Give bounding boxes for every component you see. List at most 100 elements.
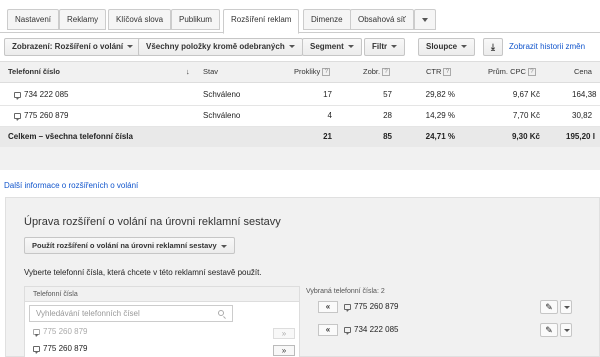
view-label: Zobrazení: Rozšíření o volání: [12, 42, 124, 51]
segment-label: Segment: [310, 42, 344, 51]
status-cell: Schváleno: [203, 90, 241, 99]
chevron-down-icon: [422, 17, 428, 22]
remove-number-button[interactable]: «: [318, 301, 338, 313]
help-icon[interactable]: ?: [527, 68, 536, 77]
phone-extension-icon: [344, 326, 351, 335]
phone-number[interactable]: 775 260 879: [24, 111, 69, 120]
col-avg-cpc-header[interactable]: Prům. CPC?: [488, 62, 536, 82]
col-label: Stav: [203, 67, 219, 76]
available-number[interactable]: 775 260 879: [33, 344, 88, 354]
impressions-cell: 57: [383, 90, 392, 99]
help-icon[interactable]: ?: [443, 68, 452, 77]
table-row: 775 260 879 Schváleno 4 28 14,29 % 7,70 …: [0, 106, 600, 127]
tab-label: Obsahová síť: [358, 15, 406, 24]
add-number-button[interactable]: »: [273, 345, 295, 356]
tab-rozsireni-reklam[interactable]: Rozšíření reklam: [223, 9, 300, 34]
help-icon[interactable]: ?: [382, 68, 391, 77]
col-label: Prokliky: [294, 67, 321, 76]
number-text: 775 260 879: [43, 344, 88, 353]
total-cost: 195,20 I: [566, 132, 595, 141]
search-placeholder: Vyhledávání telefonních čísel: [36, 309, 140, 318]
clicks-cell: 4: [327, 111, 332, 120]
selected-number: 775 260 879: [344, 302, 399, 312]
clicks-cell: 17: [323, 90, 332, 99]
col-label: Zobr.: [363, 67, 381, 76]
col-impressions-header[interactable]: Zobr.?: [363, 62, 391, 82]
phone-cell: 734 222 085: [14, 85, 69, 105]
col-ctr-header[interactable]: CTR?: [426, 62, 452, 82]
chevron-down-icon: [127, 45, 134, 49]
col-label: CTR: [426, 67, 442, 76]
phone-cell: 775 260 879: [14, 106, 69, 126]
edit-options-dropdown[interactable]: [560, 323, 572, 337]
tab-publikum[interactable]: Publikum: [171, 9, 220, 30]
view-dropdown[interactable]: Zobrazení: Rozšíření o volání: [4, 38, 142, 56]
chevron-down-icon: [391, 45, 398, 49]
total-ctr: 24,71 %: [425, 132, 455, 141]
tab-bar: Nastavení Reklamy Klíčová slova Publikum…: [0, 0, 600, 34]
total-avg-cpc: 9,30 Kč: [511, 132, 540, 141]
edit-button[interactable]: ✎: [540, 323, 558, 337]
tab-label: Nastavení: [15, 15, 52, 24]
total-impressions: 85: [383, 132, 392, 141]
filter-dropdown[interactable]: Filtr: [364, 38, 406, 56]
col-phone-header[interactable]: Telefonní číslo: [8, 62, 60, 82]
download-button[interactable]: ⤓: [483, 38, 503, 56]
phone-extension-icon: [33, 345, 40, 354]
col-label: Cena: [574, 67, 592, 76]
table-header: Telefonní číslo ↓ Stav Prokliky? Zobr.? …: [0, 61, 600, 83]
tab-label: Klíčová slova: [116, 15, 164, 24]
tab-reklamy[interactable]: Reklamy: [59, 9, 107, 30]
phone-extension-icon: [14, 91, 21, 100]
number-text: 775 260 879: [43, 327, 88, 336]
filter-items-dropdown[interactable]: Všechny položky kromě odebraných: [138, 38, 303, 56]
ctr-cell: 29,82 %: [425, 90, 455, 99]
download-icon: ⤓: [491, 42, 495, 52]
col-label: Telefonní číslo: [8, 67, 60, 76]
chevron-down-icon: [461, 45, 468, 49]
status-cell: Schváleno: [203, 111, 241, 120]
phone-extension-icon: [33, 328, 40, 337]
more-info-link[interactable]: Další informace o rozšířeních o volání: [4, 181, 138, 190]
tab-label: Rozšíření reklam: [231, 15, 292, 24]
col-clicks-header[interactable]: Prokliky?: [294, 62, 331, 82]
columns-dropdown[interactable]: Sloupce: [418, 38, 476, 56]
help-icon[interactable]: ?: [322, 68, 331, 77]
impressions-cell: 28: [383, 111, 392, 120]
table-footer: [0, 147, 600, 170]
sort-down-icon[interactable]: ↓: [186, 62, 190, 82]
total-clicks: 21: [323, 132, 332, 141]
edit-options-dropdown[interactable]: [560, 300, 572, 314]
tab-dimenze[interactable]: Dimenze: [303, 9, 351, 30]
more-tabs-button[interactable]: [414, 9, 436, 30]
edit-button[interactable]: ✎: [540, 300, 558, 314]
tab-klicova-slova[interactable]: Klíčová slova: [108, 9, 172, 30]
col-cost-header[interactable]: Cena: [574, 62, 592, 82]
remove-number-button[interactable]: «: [318, 324, 338, 336]
pencil-icon: ✎: [545, 302, 553, 312]
selected-number-row: « 775 260 879 ✎: [306, 299, 578, 317]
total-label: Celkem – všechna telefonní čísla: [8, 132, 133, 141]
segment-dropdown[interactable]: Segment: [302, 38, 362, 56]
number-text: 775 260 879: [354, 302, 399, 311]
search-icon: [218, 310, 224, 316]
phone-extension-icon: [14, 112, 21, 121]
change-history-link[interactable]: Zobrazit historii změn: [509, 42, 585, 51]
available-number: 775 260 879: [33, 327, 88, 337]
tab-obsahova-sit[interactable]: Obsahová síť: [350, 9, 414, 30]
filter-items-label: Všechny položky kromě odebraných: [146, 42, 285, 51]
phone-number[interactable]: 734 222 085: [24, 90, 69, 99]
tab-label: Dimenze: [311, 15, 343, 24]
tab-nastaveni[interactable]: Nastavení: [7, 9, 60, 30]
avg-cpc-cell: 7,70 Kč: [512, 111, 540, 120]
table-row: 734 222 085 Schváleno 17 57 29,82 % 9,67…: [0, 85, 600, 106]
selected-number-row: « 734 222 085 ✎: [306, 322, 578, 340]
avg-cpc-cell: 9,67 Kč: [512, 90, 540, 99]
use-adgroup-extension-dropdown[interactable]: Použít rozšíření o volání na úrovni rekl…: [24, 237, 235, 254]
search-input[interactable]: Vyhledávání telefonních čísel: [29, 305, 233, 322]
phone-extension-icon: [344, 303, 351, 312]
add-number-button: »: [273, 328, 295, 339]
chevron-down-icon: [288, 45, 295, 49]
selected-numbers-header: Vybraná telefonní čísla: 2: [306, 288, 385, 295]
col-status-header[interactable]: Stav: [203, 62, 218, 82]
